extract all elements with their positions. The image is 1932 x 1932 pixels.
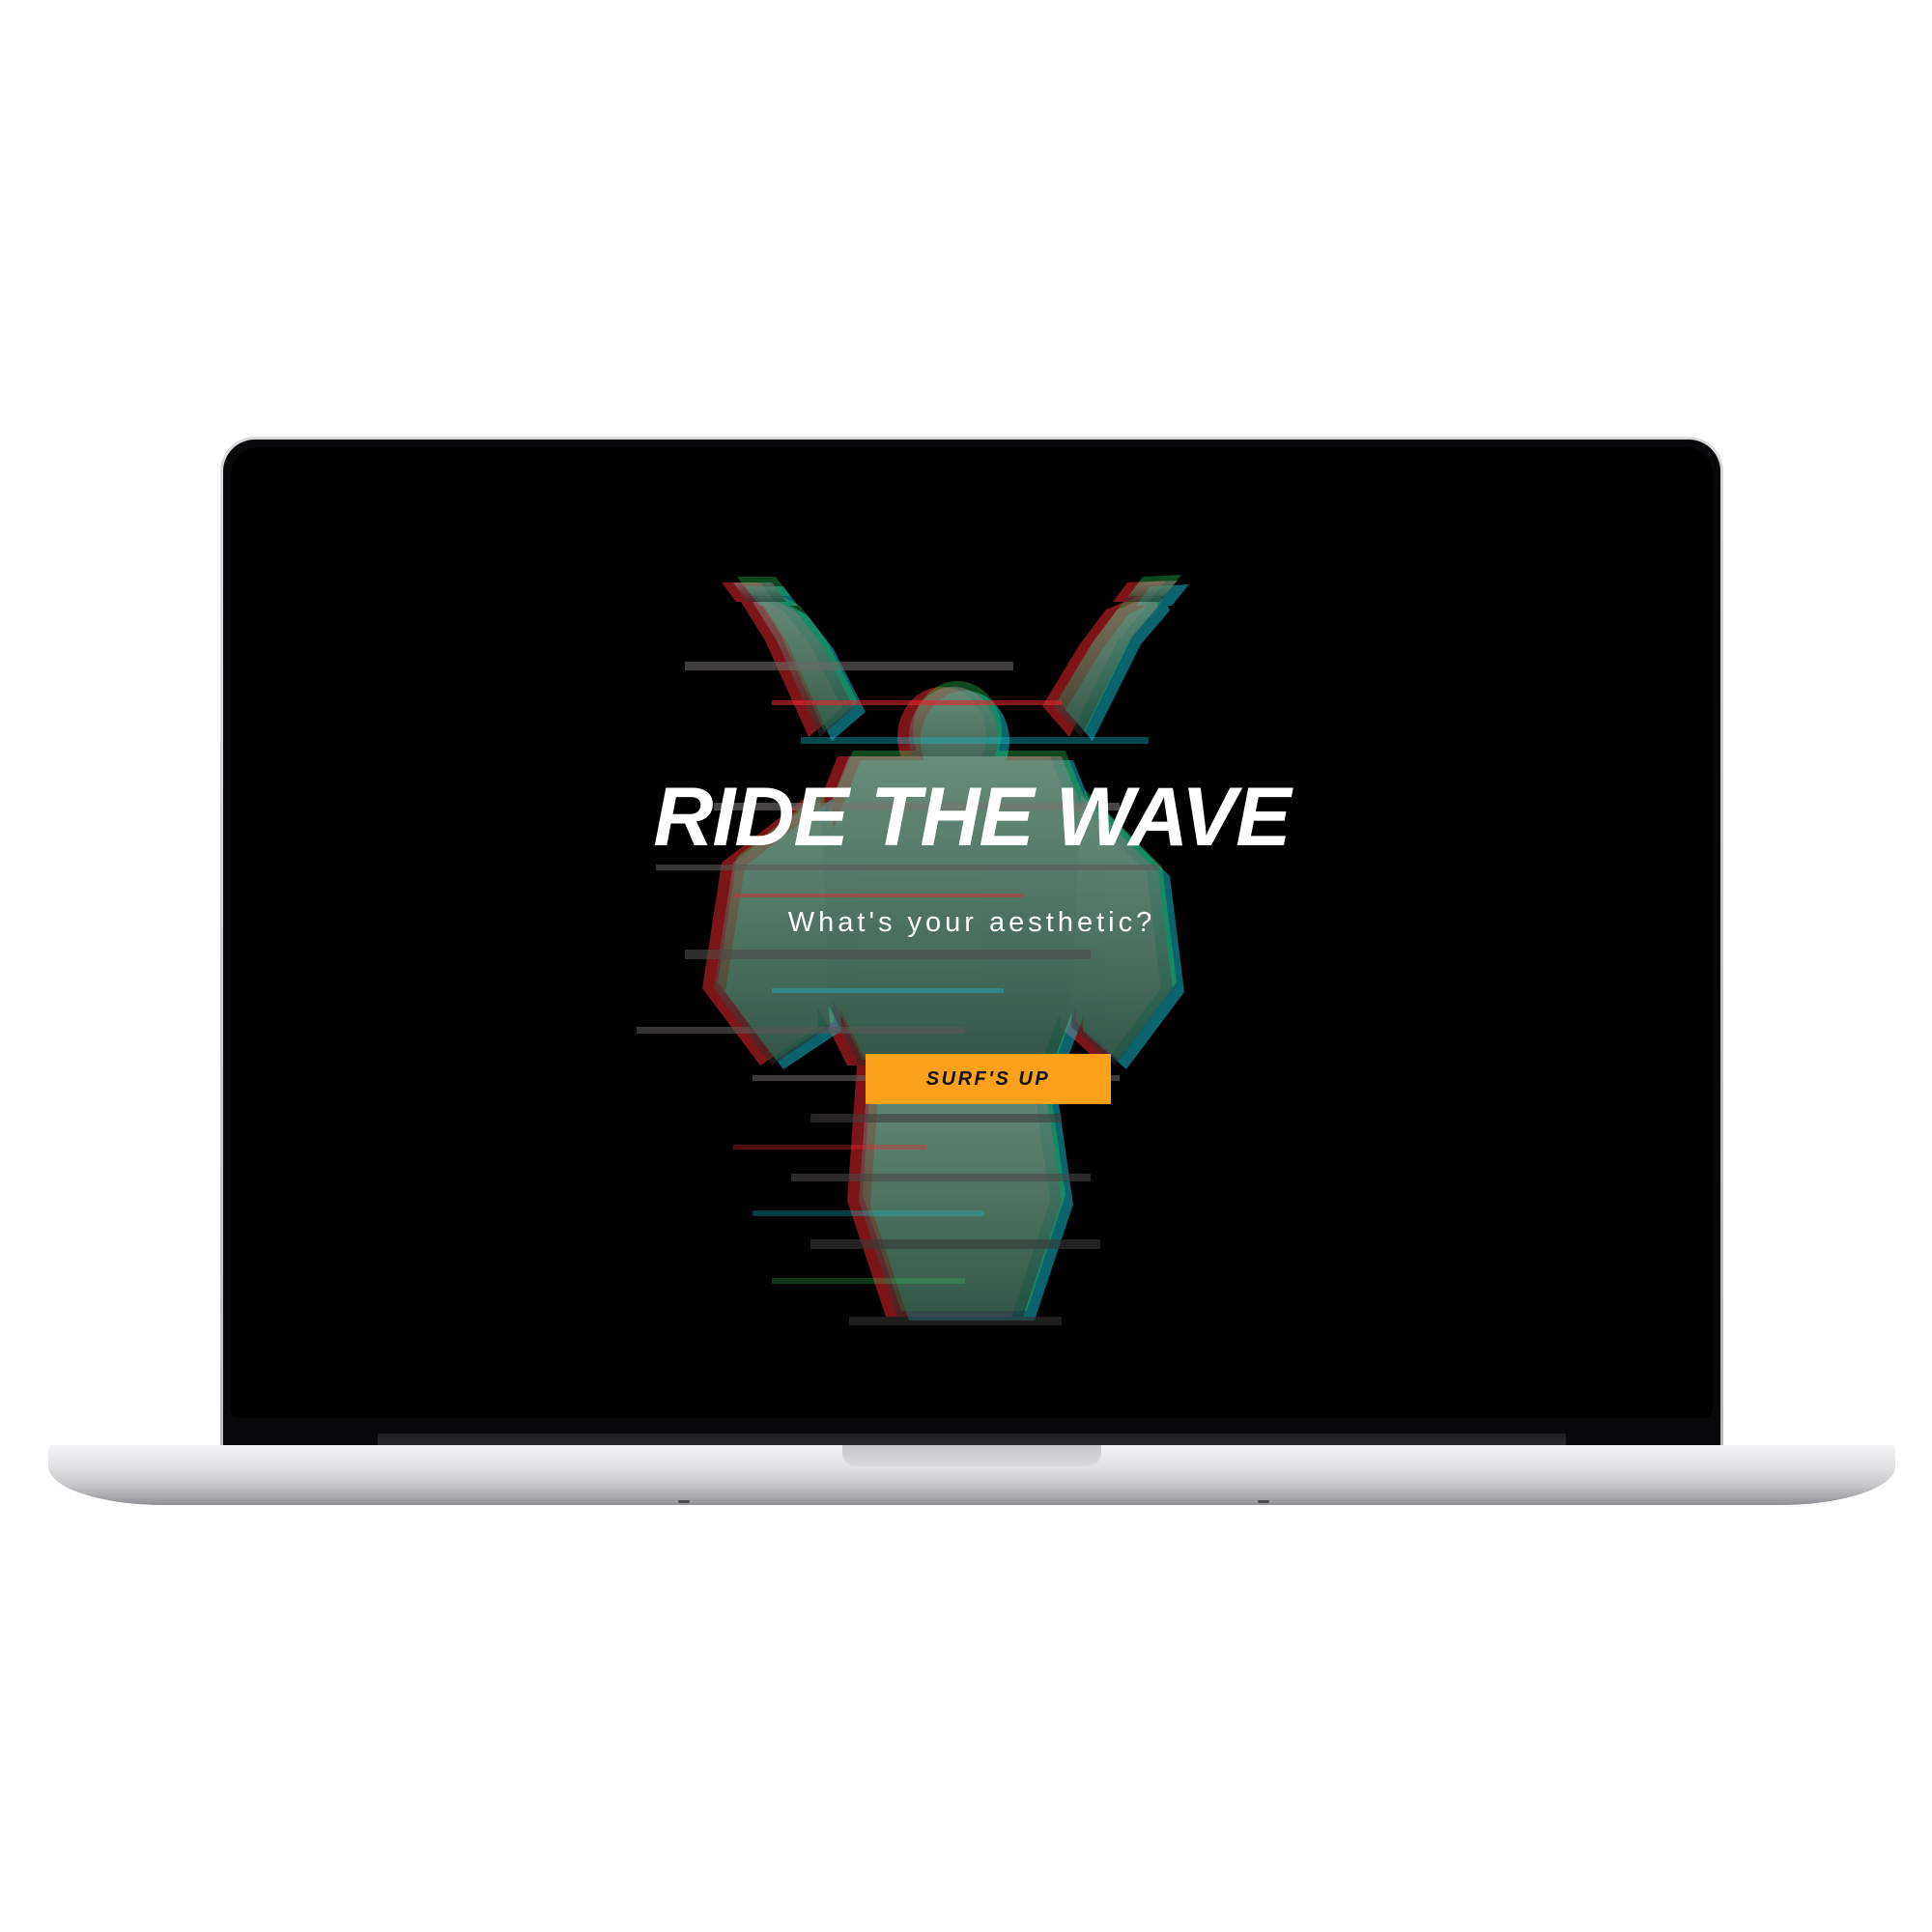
- laptop-bezel: RIDE THE WAVE What's your aesthetic? SUR…: [223, 440, 1720, 1447]
- hero-subtitle: What's your aesthetic?: [787, 907, 1156, 938]
- laptop-screen: RIDE THE WAVE What's your aesthetic? SUR…: [231, 447, 1713, 1418]
- laptop-lid: RIDE THE WAVE What's your aesthetic? SUR…: [220, 437, 1723, 1447]
- lid-opening-notch: [842, 1445, 1101, 1466]
- base-foot-right: [1258, 1500, 1269, 1503]
- mockup-stage: RIDE THE WAVE What's your aesthetic? SUR…: [0, 0, 1932, 1932]
- laptop-base: [48, 1445, 1895, 1505]
- hero-title: RIDE THE WAVE: [653, 771, 1291, 864]
- base-foot-left: [678, 1500, 690, 1503]
- surfs-up-button[interactable]: SURF'S UP: [866, 1054, 1111, 1104]
